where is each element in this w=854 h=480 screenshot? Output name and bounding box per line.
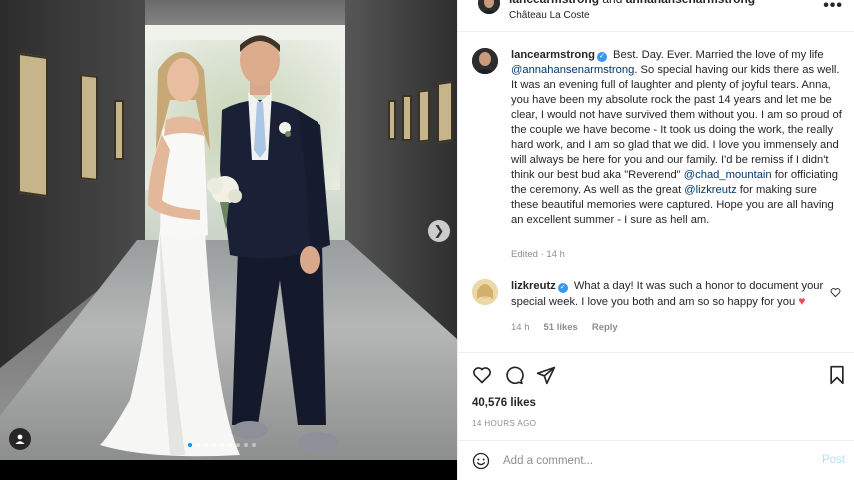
carousel-dot <box>188 443 192 447</box>
verified-badge-icon: ✓ <box>557 283 568 293</box>
add-comment-bar: Post <box>458 440 854 480</box>
wall-artwork <box>388 100 396 140</box>
comment-meta: 14 h 51 likes Reply <box>511 322 847 333</box>
caption-author-avatar[interactable] <box>472 48 498 74</box>
carousel-dot <box>252 443 256 447</box>
like-button[interactable] <box>472 365 492 385</box>
share-icon <box>536 366 556 385</box>
emoji-icon <box>472 452 490 470</box>
author-avatar-image <box>478 0 500 14</box>
emoji-picker-button[interactable] <box>472 452 490 470</box>
caption-body: lancearmstrong ✓ Best. Day. Ever. Married… <box>511 48 847 228</box>
chevron-right-icon: ❯ <box>433 223 445 238</box>
comment-icon <box>506 366 524 385</box>
post-side-panel: lancearmstrong and annahansenarmstrong C… <box>457 0 854 480</box>
carousel-dot <box>236 443 240 447</box>
red-heart-emoji-icon: ♥ <box>798 294 806 308</box>
caption-text: Best. Day. Ever. Married the love of my … <box>511 49 842 226</box>
carousel-dot <box>228 443 232 447</box>
carousel-dot <box>212 443 216 447</box>
wall-artwork <box>18 52 48 198</box>
comment-time: 14 h <box>511 322 530 333</box>
author-username[interactable]: lancearmstrong <box>509 0 599 6</box>
comment-item: lizkreutz ✓ What a day! It was such a hon… <box>472 279 847 333</box>
save-button[interactable] <box>828 365 848 385</box>
comment-button[interactable] <box>504 365 524 385</box>
commenter-avatar[interactable] <box>472 279 498 305</box>
author-avatar[interactable] <box>478 0 500 14</box>
heart-outline-icon <box>830 288 841 298</box>
mention-link[interactable]: @annahansenarmstrong <box>511 64 634 76</box>
coauthor-username[interactable]: annahansenarmstrong <box>626 0 755 6</box>
carousel-dot <box>244 443 248 447</box>
comment-likes-count[interactable]: 51 likes <box>544 322 578 333</box>
author-joiner: and <box>602 0 622 6</box>
mention-link[interactable]: @chad_mountain <box>684 169 772 181</box>
comment-input[interactable] <box>503 452 793 470</box>
heart-outline-icon <box>473 367 491 384</box>
post-header: lancearmstrong and annahansenarmstrong C… <box>458 0 854 32</box>
commenter-avatar-image <box>472 279 498 305</box>
carousel-dot <box>220 443 224 447</box>
carousel-dot <box>196 443 200 447</box>
post-authors: lancearmstrong and annahansenarmstrong <box>509 0 755 6</box>
bride-figure <box>100 52 242 457</box>
caption-edited-timestamp: Edited · 14 h <box>511 249 565 260</box>
instagram-post-viewer: ❯ lancearmstrong and annahansenarm <box>0 0 854 480</box>
more-options-button[interactable]: ••• <box>823 0 843 15</box>
tagged-users-button[interactable] <box>9 428 31 450</box>
caption-text-segment: Best. Day. Ever. Married the love of my … <box>613 49 824 61</box>
wall-artwork <box>80 74 98 181</box>
carousel-next-button[interactable]: ❯ <box>428 220 450 242</box>
mention-link[interactable]: @lizkreutz <box>684 184 736 196</box>
caption-text-segment: . So special having our kids there as we… <box>511 64 842 181</box>
post-timestamp[interactable]: 14 HOURS AGO <box>472 419 536 428</box>
post-location[interactable]: Château La Coste <box>509 10 590 21</box>
comment-text: What a day! It was such a honor to docum… <box>511 280 824 308</box>
caption-username[interactable]: lancearmstrong <box>511 49 595 61</box>
carousel-dot <box>204 443 208 447</box>
comment-reply-button[interactable]: Reply <box>592 322 618 333</box>
user-tag-icon <box>15 434 25 444</box>
caption-avatar-image <box>472 48 498 74</box>
carousel-indicator <box>188 443 256 447</box>
post-comment-button[interactable]: Post <box>822 454 845 466</box>
wall-artwork <box>402 95 412 141</box>
commenter-username[interactable]: lizkreutz <box>511 280 556 292</box>
wall-artwork <box>418 89 430 143</box>
comment-body: lizkreutz ✓ What a day! It was such a hon… <box>511 279 831 310</box>
post-likes-count[interactable]: 40,576 likes <box>472 397 536 409</box>
bookmark-icon <box>830 365 844 385</box>
post-caption: lancearmstrong ✓ Best. Day. Ever. Married… <box>472 48 847 260</box>
share-button[interactable] <box>536 365 556 385</box>
more-horizontal-icon: ••• <box>823 0 843 14</box>
wall-artwork <box>437 80 453 144</box>
post-photo[interactable]: ❯ <box>0 0 457 460</box>
comment-like-button[interactable] <box>830 287 841 301</box>
verified-badge-icon: ✓ <box>596 52 607 62</box>
